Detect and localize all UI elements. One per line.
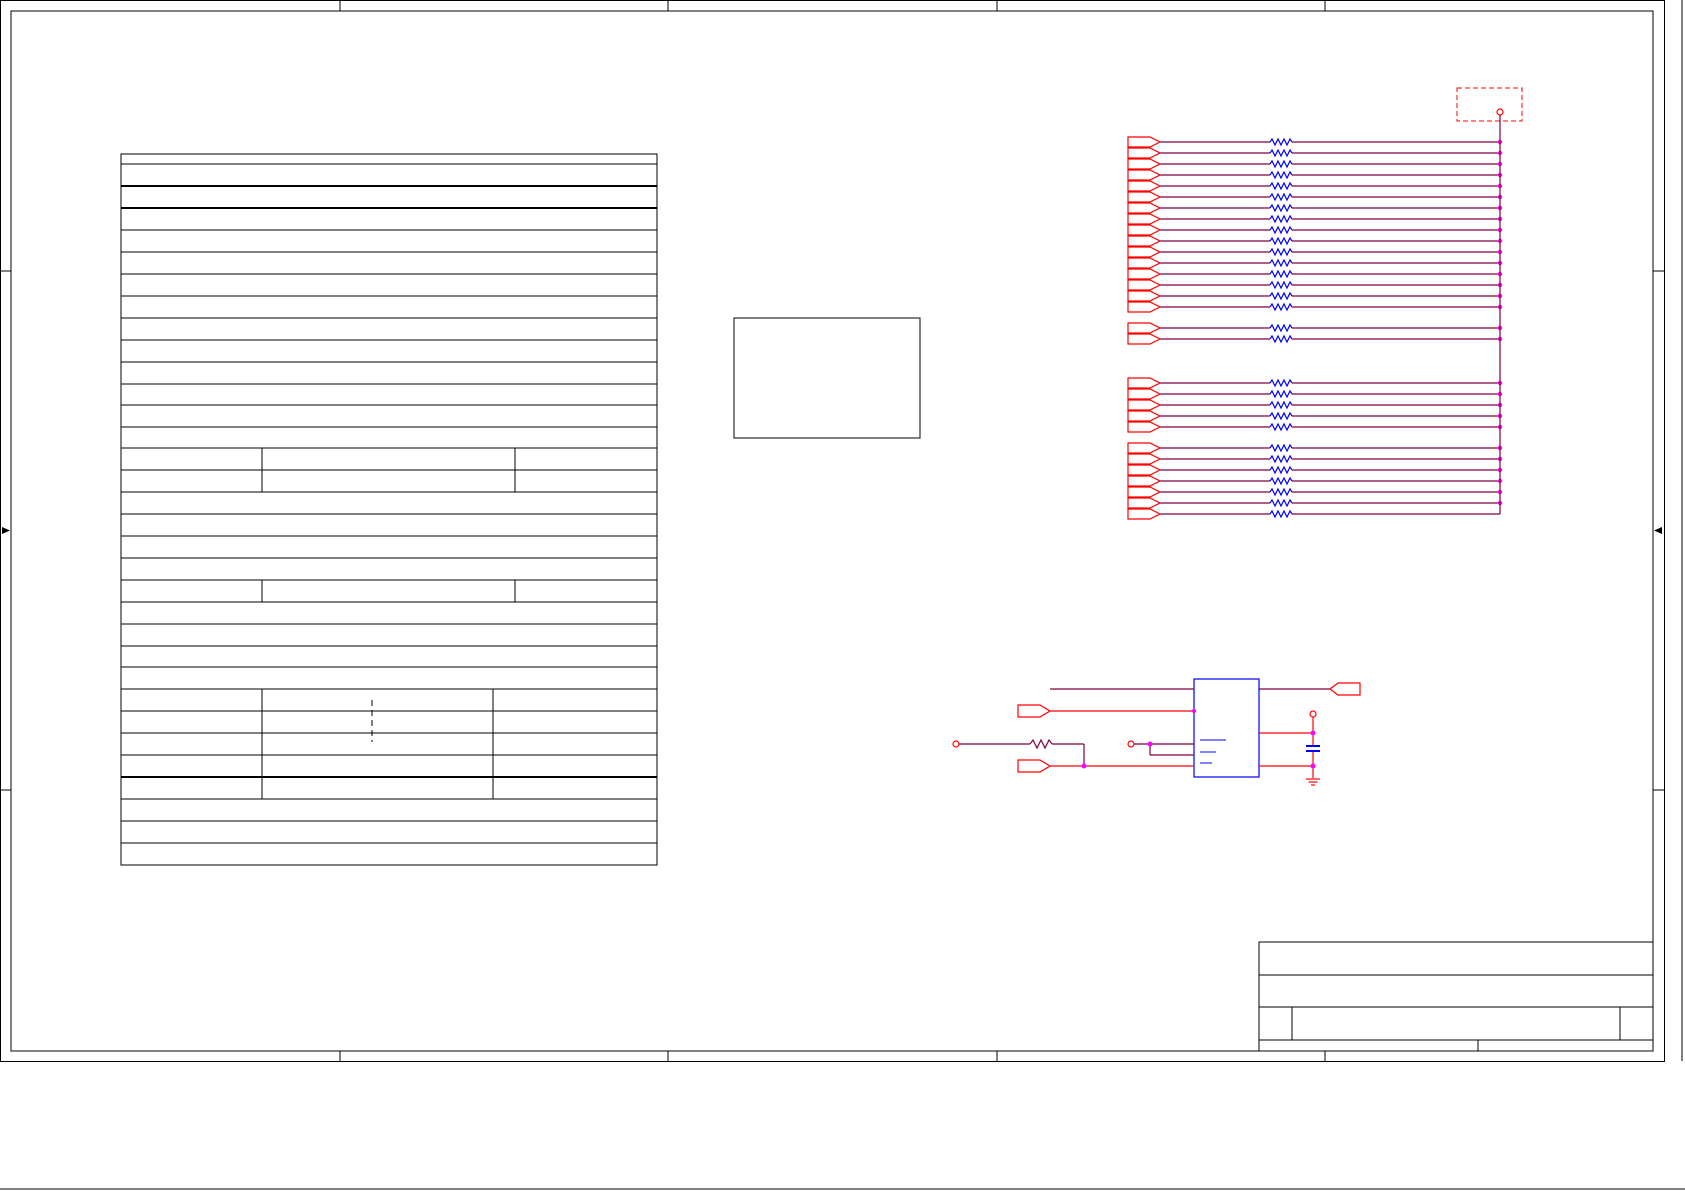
port-connector-icon	[1127, 421, 1162, 433]
power-pin-icon	[1309, 710, 1317, 718]
port-connector-icon	[1127, 268, 1162, 280]
resistor-icon	[1269, 498, 1293, 508]
junction-dot-icon	[1310, 730, 1316, 736]
resistor-icon	[1269, 509, 1293, 519]
port-connector-icon	[1127, 279, 1162, 291]
schematic-sheet	[0, 0, 1685, 1190]
power-pin-icon	[1127, 740, 1135, 748]
port-connector-icon	[1127, 399, 1162, 411]
port-connector-icon	[1127, 180, 1162, 192]
resistor-icon	[1269, 400, 1293, 410]
resistor-icon	[1269, 487, 1293, 497]
power-net-box	[1456, 87, 1523, 122]
junction-dot-icon	[1192, 709, 1196, 713]
revision-table-rows	[121, 163, 657, 844]
resistor-icon	[1269, 323, 1293, 333]
port-connector-icon	[1127, 224, 1162, 236]
resistor-icon	[1029, 738, 1053, 750]
port-connector-icon	[1127, 388, 1162, 400]
port-connector-icon	[1329, 682, 1361, 696]
resistor-icon	[1269, 476, 1293, 486]
resistor-bank	[1127, 136, 1503, 520]
resistor-icon	[1269, 280, 1293, 290]
port-connector-icon	[1127, 464, 1162, 476]
port-connector-icon	[1127, 191, 1162, 203]
port-connector-icon	[1127, 158, 1162, 170]
title-block	[1258, 941, 1654, 1052]
resistor-icon	[1269, 236, 1293, 246]
ic-circuit	[952, 678, 1361, 786]
resistor-icon	[1269, 258, 1293, 268]
power-pin-icon	[1496, 108, 1504, 116]
port-connector-icon	[1127, 442, 1162, 454]
resistor-icon	[1269, 148, 1293, 158]
resistor-icon	[1269, 443, 1293, 453]
capacitor-icon	[1306, 745, 1320, 752]
resistor-icon	[1269, 137, 1293, 147]
junction-dot-icon	[1147, 741, 1153, 747]
center-mark-right-icon	[1654, 527, 1662, 534]
outer-border	[0, 0, 1665, 1062]
port-connector-icon	[1127, 410, 1162, 422]
resistor-icon	[1269, 214, 1293, 224]
resistor-icon	[1269, 225, 1293, 235]
port-connector-icon	[1127, 169, 1162, 181]
port-connector-icon	[1127, 377, 1162, 389]
resistor-icon	[1269, 203, 1293, 213]
junction-dot-icon	[1310, 763, 1316, 769]
port-connector-icon	[1127, 147, 1162, 159]
revision-table	[120, 153, 658, 866]
ic-body	[1193, 678, 1260, 778]
port-connector-icon	[1127, 486, 1162, 498]
port-connector-icon	[1017, 704, 1052, 718]
ground-icon	[1306, 778, 1320, 786]
resistor-icon	[1269, 247, 1293, 257]
port-connector-icon	[1127, 257, 1162, 269]
port-connector-icon	[1127, 453, 1162, 465]
resistor-icon	[1269, 170, 1293, 180]
resistor-icon	[1269, 269, 1293, 279]
port-connector-icon	[1127, 301, 1162, 313]
resistor-icon	[1269, 334, 1293, 344]
resistor-icon	[1269, 422, 1293, 432]
note-box	[733, 317, 921, 439]
sheet-border	[0, 0, 1685, 1190]
port-connector-icon	[1127, 213, 1162, 225]
port-connector-icon	[1127, 497, 1162, 509]
resistor-icon	[1269, 159, 1293, 169]
resistor-icon	[1269, 389, 1293, 399]
junction-dot-icon	[1081, 763, 1087, 769]
center-mark-left-icon	[2, 527, 10, 534]
resistor-icon	[1269, 454, 1293, 464]
revision-table-frame	[120, 153, 658, 866]
title-block-frame	[1258, 941, 1654, 1052]
power-pin-icon	[952, 740, 960, 748]
port-connector-icon	[1127, 333, 1162, 345]
port-connector-icon	[1127, 235, 1162, 247]
port-connector-icon	[1127, 322, 1162, 334]
resistor-icon	[1269, 192, 1293, 202]
resistor-icon	[1269, 302, 1293, 312]
port-connector-icon	[1017, 759, 1052, 773]
port-connector-icon	[1127, 475, 1162, 487]
resistor-icon	[1269, 291, 1293, 301]
resistor-icon	[1269, 378, 1293, 388]
port-connector-icon	[1127, 246, 1162, 258]
inner-border	[10, 10, 1654, 1052]
resistor-icon	[1269, 411, 1293, 421]
resistor-icon	[1269, 465, 1293, 475]
port-connector-icon	[1127, 202, 1162, 214]
resistor-icon	[1269, 181, 1293, 191]
port-connector-icon	[1127, 290, 1162, 302]
port-connector-icon	[1127, 508, 1162, 520]
port-connector-icon	[1127, 136, 1162, 148]
